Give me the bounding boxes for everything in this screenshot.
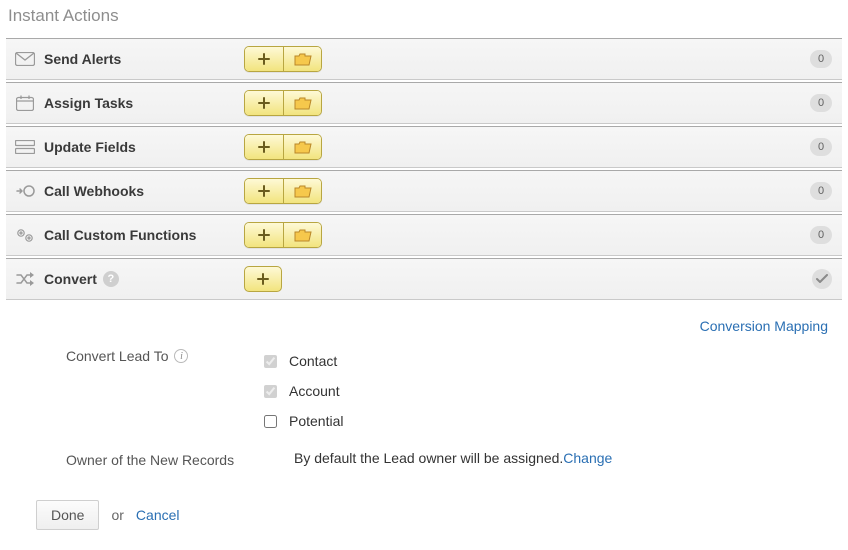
contact-checkbox (264, 355, 277, 368)
account-checkbox (264, 385, 277, 398)
conversion-mapping-link[interactable]: Conversion Mapping (700, 318, 828, 334)
info-icon[interactable]: i (174, 349, 188, 363)
mail-icon (14, 48, 36, 70)
add-button[interactable] (245, 47, 283, 71)
convert-lead-to-label: Convert Lead To (66, 348, 168, 364)
count-badge: 0 (810, 50, 832, 68)
row-label: Call Webhooks (44, 183, 244, 199)
row-label: Convert ? (44, 271, 244, 287)
webhook-icon (14, 180, 36, 202)
browse-button[interactable] (283, 47, 321, 71)
row-label: Assign Tasks (44, 95, 244, 111)
potential-option-label: Potential (289, 413, 343, 429)
count-badge: 0 (810, 182, 832, 200)
count-badge: 0 (810, 138, 832, 156)
row-update-fields: Update Fields 0 (6, 126, 842, 168)
add-button[interactable] (245, 135, 283, 159)
row-label: Call Custom Functions (44, 227, 244, 243)
account-option-label: Account (289, 383, 340, 399)
count-badge: 0 (810, 94, 832, 112)
potential-checkbox[interactable] (264, 415, 277, 428)
browse-button[interactable] (283, 179, 321, 203)
owner-text: By default the Lead owner will be assign… (294, 450, 563, 466)
browse-button[interactable] (283, 91, 321, 115)
add-button[interactable] (245, 223, 283, 247)
shuffle-icon (14, 268, 36, 290)
action-rows: Send Alerts 0 Assign Tasks (6, 38, 842, 300)
done-button[interactable]: Done (36, 500, 99, 530)
convert-label-text: Convert (44, 271, 97, 287)
row-assign-tasks: Assign Tasks 0 (6, 82, 842, 124)
check-icon (812, 269, 832, 289)
add-button[interactable] (244, 266, 282, 292)
owner-label: Owner of the New Records (66, 452, 234, 468)
row-convert: Convert ? (6, 258, 842, 300)
browse-button[interactable] (283, 135, 321, 159)
calendar-icon (14, 92, 36, 114)
convert-panel: Conversion Mapping Convert Lead To i Con… (6, 300, 842, 530)
add-button[interactable] (245, 179, 283, 203)
gears-icon (14, 224, 36, 246)
row-label: Send Alerts (44, 51, 244, 67)
browse-button[interactable] (283, 223, 321, 247)
or-text: or (111, 507, 123, 523)
count-badge: 0 (810, 226, 832, 244)
row-call-webhooks: Call Webhooks 0 (6, 170, 842, 212)
contact-option-label: Contact (289, 353, 337, 369)
cancel-link[interactable]: Cancel (136, 507, 180, 523)
row-call-custom-functions: Call Custom Functions 0 (6, 214, 842, 256)
row-send-alerts: Send Alerts 0 (6, 38, 842, 80)
row-label: Update Fields (44, 139, 244, 155)
page-title: Instant Actions (6, 0, 842, 36)
fields-icon (14, 136, 36, 158)
help-icon[interactable]: ? (103, 271, 119, 287)
owner-change-link[interactable]: Change (563, 450, 612, 466)
add-button[interactable] (245, 91, 283, 115)
